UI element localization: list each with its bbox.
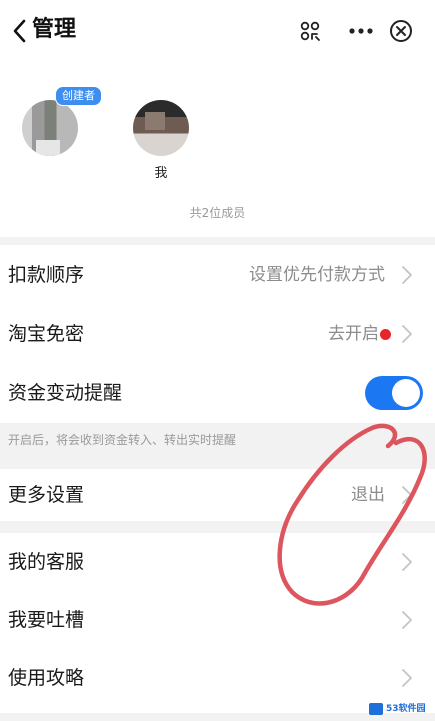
member-me[interactable]: 我 (126, 100, 196, 182)
header-bar: 管理 (0, 0, 435, 62)
red-dot-badge (380, 328, 391, 340)
guide-label: 使用攻略 (8, 667, 85, 689)
taobao-label: 淘宝免密 (8, 323, 85, 345)
payment-order-row[interactable]: 扣款顺序 设置优先付款方式 (0, 245, 435, 305)
more-settings-group: 更多设置 退出 (0, 469, 435, 521)
taobao-value: 去开启 (328, 324, 379, 344)
more-settings-label: 更多设置 (8, 484, 85, 506)
watermark-text: 53软件园 (386, 704, 426, 714)
chevron-right-icon (402, 553, 412, 571)
more-dots-icon (349, 28, 373, 34)
close-button[interactable] (385, 15, 417, 47)
more-button[interactable] (345, 15, 377, 47)
page: 管理 创建者 我 共2位成员 扣款顺序 设置优先付款方式 淘宝免密 去开启 资金… (0, 0, 435, 721)
close-circle-icon (390, 20, 412, 42)
member-creator[interactable]: 创建者 (15, 86, 102, 166)
fund-alert-row: 资金变动提醒 (0, 363, 435, 423)
customer-service-row[interactable]: 我的客服 (0, 533, 435, 591)
avatar[interactable] (133, 100, 189, 156)
member-count: 共2位成员 (189, 206, 246, 220)
feedback-label: 我要吐槽 (8, 609, 85, 631)
page-title: 管理 (32, 17, 77, 42)
taobao-row[interactable]: 淘宝免密 去开启 (0, 305, 435, 363)
member-name: 我 (154, 166, 168, 181)
watermark-icon (369, 703, 383, 715)
support-group: 我的客服 我要吐槽 使用攻略 (0, 533, 435, 713)
guide-row[interactable]: 使用攻略 (0, 649, 435, 707)
chevron-left-icon (13, 19, 26, 43)
member-section: 创建者 我 共2位成员 (0, 62, 435, 237)
creator-badge: 创建者 (55, 86, 102, 106)
watermark-logo: 53软件园 (369, 701, 429, 717)
chevron-right-icon (402, 669, 412, 687)
chevron-right-icon (402, 486, 412, 504)
payment-order-value: 设置优先付款方式 (249, 265, 385, 285)
chevron-right-icon (402, 325, 412, 343)
scan-button[interactable] (294, 15, 326, 47)
fund-alert-toggle[interactable] (365, 376, 423, 410)
chevron-right-icon (402, 266, 412, 284)
fund-alert-label: 资金变动提醒 (8, 382, 123, 404)
feedback-row[interactable]: 我要吐槽 (0, 591, 435, 649)
more-settings-row[interactable]: 更多设置 退出 (0, 469, 435, 521)
customer-service-label: 我的客服 (8, 551, 85, 573)
payment-order-label: 扣款顺序 (8, 264, 85, 286)
settings-group: 扣款顺序 设置优先付款方式 淘宝免密 去开启 资金变动提醒 (0, 245, 435, 423)
fund-alert-hint: 开启后，将会收到资金转入、转出实时提醒 (8, 433, 237, 447)
scan-icon (300, 21, 320, 41)
chevron-right-icon (402, 611, 412, 629)
more-settings-value: 退出 (351, 485, 385, 505)
back-button[interactable] (8, 16, 30, 46)
avatar[interactable] (22, 100, 78, 156)
toggle-knob (392, 379, 420, 407)
